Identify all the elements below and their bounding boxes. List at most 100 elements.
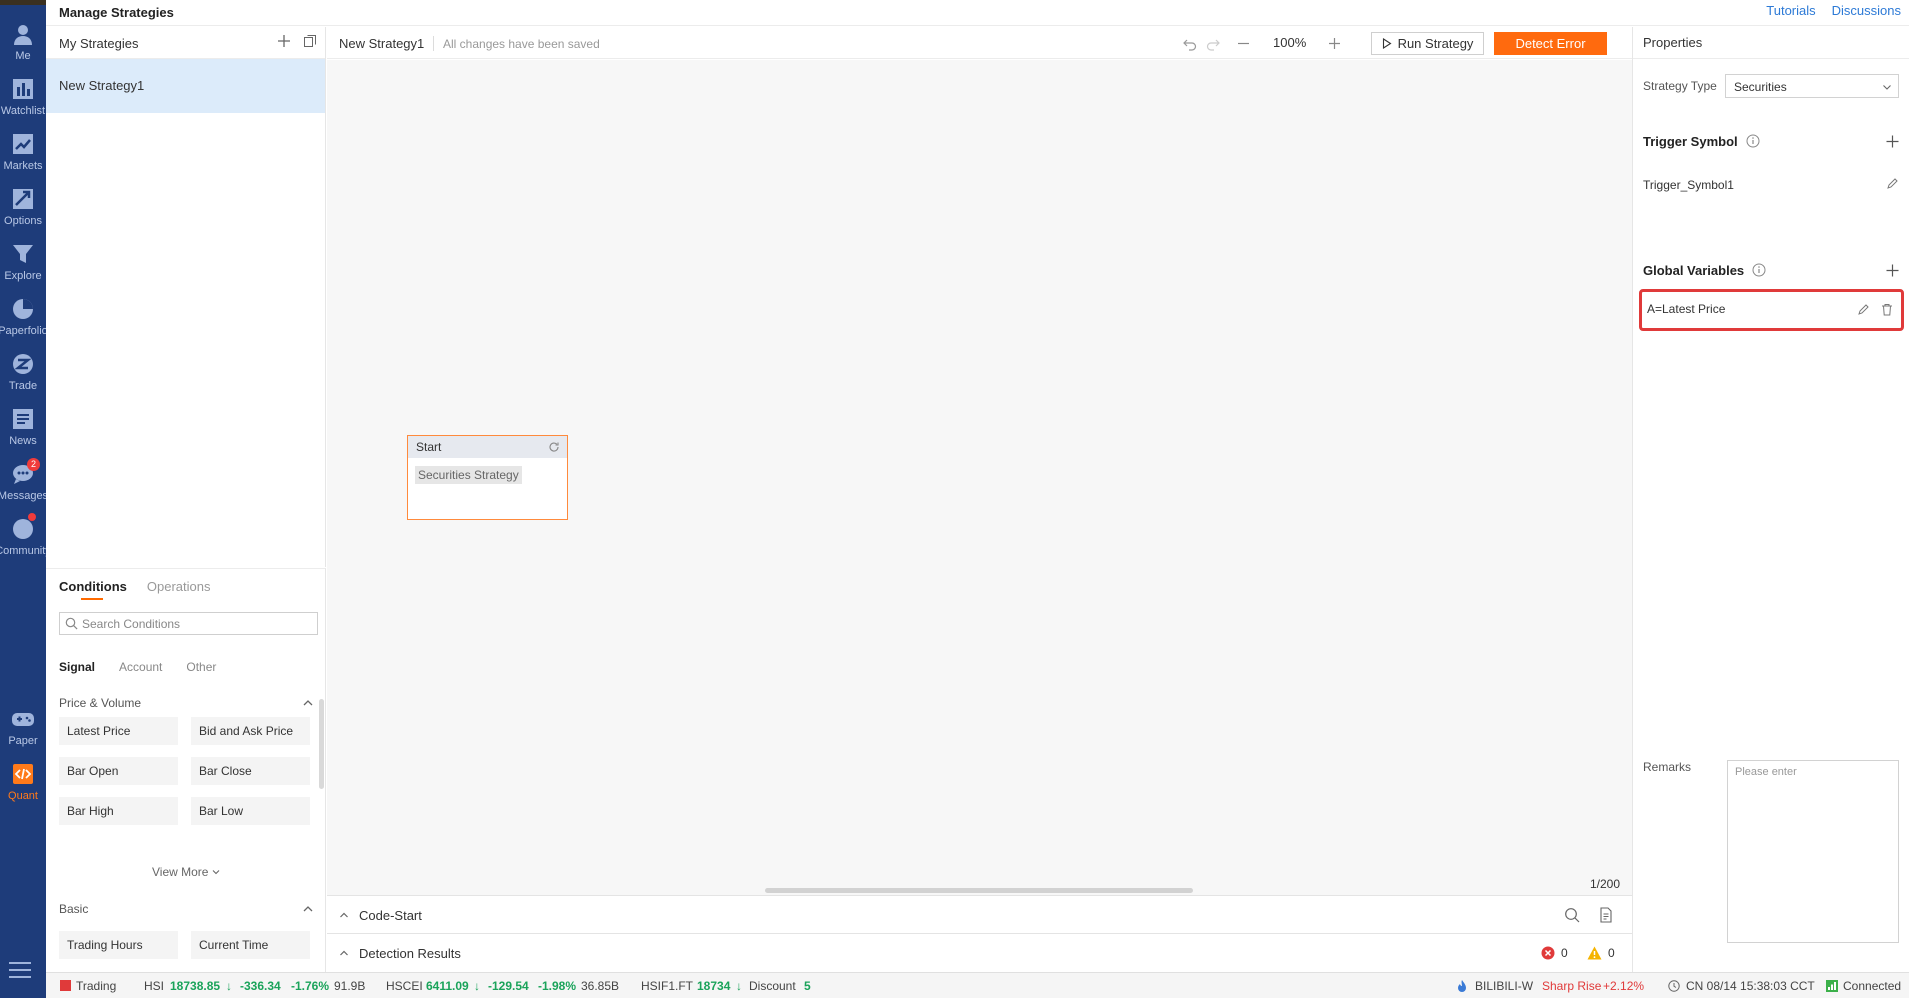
global-variable-item[interactable]: A=Latest Price [1639, 289, 1904, 331]
conditions-search [59, 612, 318, 635]
trading-status[interactable]: Trading [76, 979, 116, 993]
properties-title: Properties [1643, 35, 1703, 50]
redo-icon[interactable] [1206, 36, 1221, 51]
nav-item-paperfolio[interactable]: Paperfolio [0, 285, 46, 347]
nav-item-watchlist[interactable]: Watchlist [0, 65, 46, 127]
menu-icon[interactable] [9, 962, 31, 978]
nav-item-paper[interactable]: Paper [0, 695, 46, 757]
nav-item-markets[interactable]: Markets [0, 120, 46, 182]
trade-icon [13, 354, 33, 374]
section-price-volume[interactable]: Price & Volume [59, 695, 314, 715]
title-bar: Manage Strategies Tutorials Discussions [46, 0, 1909, 26]
view-more-link[interactable]: View More [152, 865, 220, 879]
global-variable-label: A=Latest Price [1647, 302, 1726, 316]
condition-chip[interactable]: Bar Open [59, 757, 178, 785]
warning-icon [1587, 946, 1602, 960]
search-icon[interactable] [1564, 907, 1580, 923]
conditions-panel: Conditions Operations Signal Account Oth… [46, 568, 326, 972]
node-title: Start [416, 440, 442, 454]
chevron-down-icon [212, 870, 220, 875]
search-input[interactable] [82, 615, 312, 632]
zoom-out-icon[interactable] [1236, 36, 1251, 51]
section-basic[interactable]: Basic [59, 901, 314, 921]
edit-icon[interactable] [1857, 303, 1870, 316]
trend-icon [13, 134, 33, 154]
trigger-symbol-title: Trigger Symbol [1643, 134, 1738, 149]
condition-chip[interactable]: Bar High [59, 797, 178, 825]
document-icon[interactable] [1598, 907, 1614, 923]
trigger-symbol-item[interactable]: Trigger_Symbol1 [1643, 178, 1734, 192]
strategy-type-select[interactable]: Securities [1725, 74, 1899, 98]
discount-value: 5 [804, 979, 811, 993]
import-icon[interactable] [303, 34, 317, 48]
condition-chip[interactable]: Current Time [191, 931, 310, 959]
start-node[interactable]: Start Securities Strategy [407, 435, 568, 520]
nav-item-explore[interactable]: Explore [0, 230, 46, 292]
avatar [0, 0, 46, 5]
zoom-level: 100% [1273, 35, 1307, 50]
trash-icon[interactable] [1881, 303, 1893, 316]
pie-icon [13, 299, 33, 319]
add-trigger-icon[interactable] [1886, 135, 1899, 148]
messages-badge: 2 [27, 458, 40, 471]
strategies-panel: My Strategies New Strategy1 [46, 27, 326, 567]
strategy-item[interactable]: New Strategy1 [46, 59, 325, 113]
condition-chip[interactable]: Bar Low [191, 797, 310, 825]
code-panel-header[interactable]: Code-Start [327, 895, 1632, 933]
code-title: Code-Start [359, 908, 422, 923]
clock-time: CN 08/14 15:38:03 CCT [1686, 979, 1815, 993]
undo-icon[interactable] [1182, 36, 1197, 51]
bar-chart-icon [13, 79, 33, 99]
nav-item-messages[interactable]: 2 Messages [0, 450, 46, 512]
tab-conditions[interactable]: Conditions [59, 579, 127, 600]
nav-item-me[interactable]: Me [0, 10, 46, 72]
hscei-pct: -1.98% [538, 979, 577, 993]
run-strategy-button[interactable]: Run Strategy [1371, 32, 1484, 55]
conditions-scrollbar[interactable] [319, 699, 324, 789]
subtab-account[interactable]: Account [119, 660, 162, 674]
canvas-scrollbar[interactable] [765, 888, 1193, 893]
zoom-in-icon[interactable] [1327, 36, 1342, 51]
tutorials-link[interactable]: Tutorials [1766, 3, 1815, 18]
global-variables-title: Global Variables [1643, 263, 1745, 278]
nav-item-trade[interactable]: Trade [0, 340, 46, 402]
section-title: Price & Volume [59, 696, 142, 710]
nav-item-community[interactable]: Community [0, 505, 46, 567]
strategy-name[interactable]: New Strategy1 [339, 36, 424, 51]
tab-operations[interactable]: Operations [147, 579, 211, 600]
strategy-item-label: New Strategy1 [59, 78, 145, 93]
detection-panel-header[interactable]: Detection Results 0 0 [327, 933, 1632, 971]
hsi-value: 18738.85 [170, 979, 221, 993]
error-count: 0 [1561, 946, 1568, 960]
nav-item-options[interactable]: Options [0, 175, 46, 237]
info-icon[interactable] [1746, 134, 1760, 148]
detect-error-button[interactable]: Detect Error [1494, 32, 1607, 55]
nav-item-quant[interactable]: Quant [0, 750, 46, 812]
strategies-title: My Strategies [59, 36, 139, 51]
edit-icon[interactable] [1886, 177, 1899, 190]
search-icon [65, 617, 78, 630]
discussions-link[interactable]: Discussions [1832, 3, 1901, 18]
options-icon [13, 189, 33, 209]
subtab-other[interactable]: Other [186, 660, 216, 674]
alert-stock[interactable]: BILIBILI-W [1475, 979, 1533, 993]
community-dot [28, 513, 36, 521]
condition-chip[interactable]: Bid and Ask Price [191, 717, 310, 745]
condition-chip[interactable]: Trading Hours [59, 931, 178, 959]
add-variable-icon[interactable] [1886, 264, 1899, 277]
refresh-icon[interactable] [548, 441, 560, 453]
alert-pct: +2.12% [1603, 979, 1645, 993]
remarks-label: Remarks [1643, 760, 1692, 774]
subtab-signal[interactable]: Signal [59, 660, 95, 674]
remarks-input[interactable] [1727, 760, 1899, 943]
chevron-up-icon [340, 950, 348, 956]
strategy-canvas[interactable]: Start Securities Strategy 1/200 [327, 60, 1632, 895]
condition-chip[interactable]: Bar Close [191, 757, 310, 785]
hsif-value: 18734 [697, 979, 731, 993]
warning-count: 0 [1608, 946, 1615, 960]
add-icon[interactable] [277, 34, 291, 48]
nav-item-news[interactable]: News [0, 395, 46, 457]
hsi-label: HSI [144, 979, 165, 993]
info-icon[interactable] [1752, 263, 1766, 277]
condition-chip[interactable]: Latest Price [59, 717, 178, 745]
